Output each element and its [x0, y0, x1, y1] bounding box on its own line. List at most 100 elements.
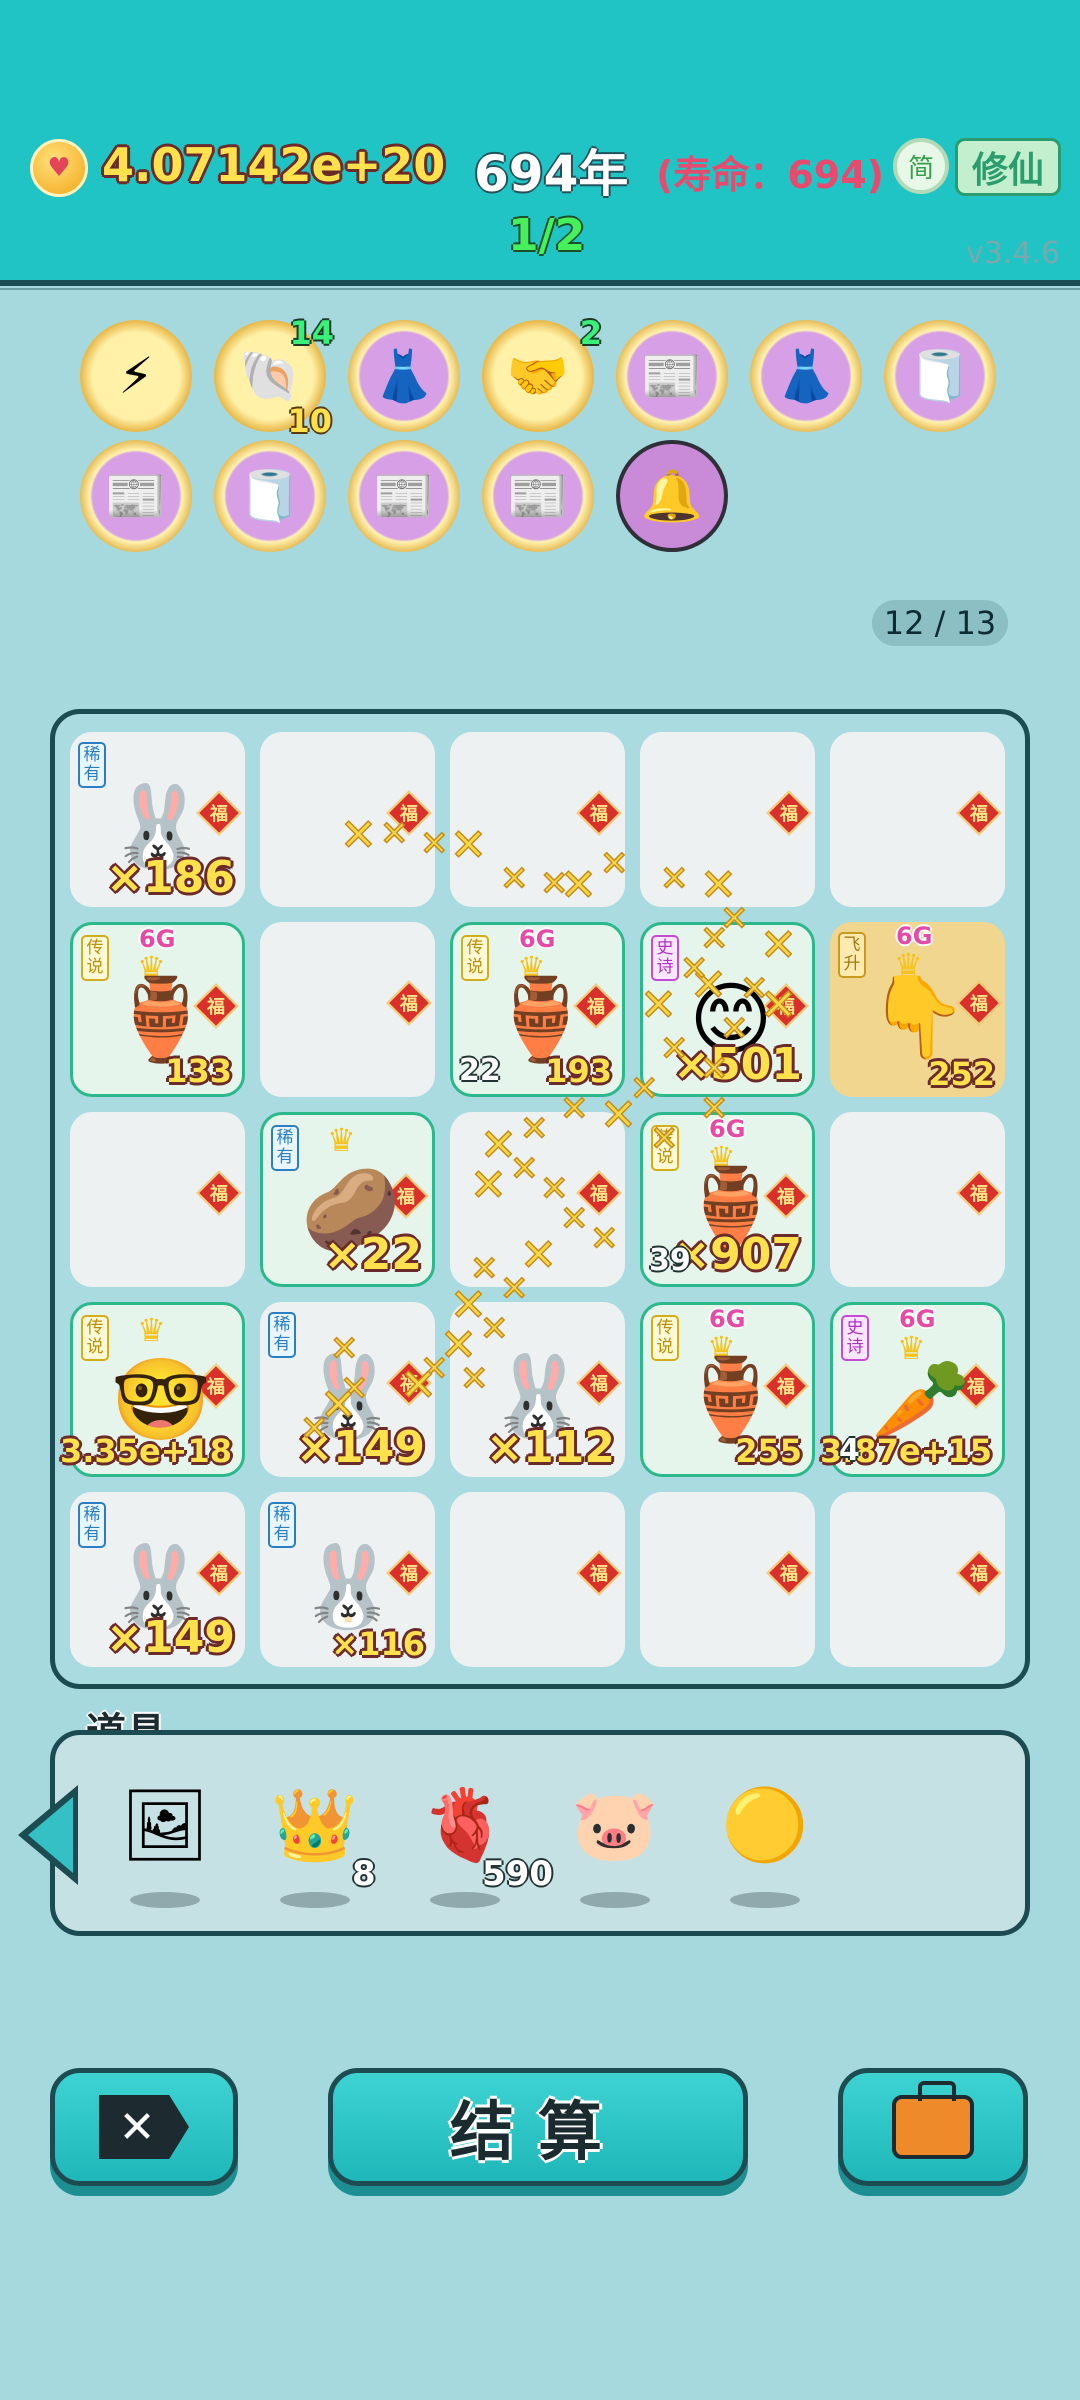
piggy-bank-icon[interactable]: 🐷	[560, 1770, 670, 1880]
item-glyph: 🟡	[721, 1783, 809, 1866]
fortune-tag-label: 福	[400, 1564, 418, 1585]
coin-balance: 4.07142e+20	[102, 138, 446, 192]
fortune-tag-icon: 福	[386, 790, 432, 836]
fortune-tag-icon: 福	[956, 1170, 1002, 1216]
board-cell-empty[interactable]: 福	[640, 732, 815, 907]
fortune-tag-icon: 福	[196, 1170, 242, 1216]
board-cell-filled[interactable]: 福 稀有 🐰 ×116	[260, 1492, 435, 1667]
item-shadow	[430, 1892, 500, 1908]
item-shadow	[130, 1892, 200, 1908]
tissue-box-icon[interactable]: 🧻	[214, 440, 326, 552]
fortune-tag-label: 福	[590, 804, 608, 825]
board-cell-empty[interactable]: 福	[830, 1112, 1005, 1287]
symbol-character: 🐰	[298, 1540, 398, 1633]
multiplier-value: ×22	[323, 1229, 422, 1280]
divider	[0, 288, 1080, 290]
board-cell-empty[interactable]: 福	[640, 1492, 815, 1667]
fortune-tag-icon: 福	[956, 1550, 1002, 1596]
year-counter: 694年	[474, 145, 629, 203]
multiplier-value: 255	[735, 1432, 802, 1470]
board-cell-filled[interactable]: 福稀有 🐰 ×186	[70, 732, 245, 907]
handshake-icon[interactable]: 🤝 2	[482, 314, 602, 432]
skirt-icon[interactable]: 👗	[348, 320, 460, 432]
item-shadow	[730, 1892, 800, 1908]
fortune-tag-label: 福	[970, 994, 988, 1015]
relic-glyph: 📰	[104, 466, 168, 525]
relic-badge: 14	[289, 314, 334, 352]
board-cell-filled[interactable]: 福传说 6G ♛ 🏺 ×907 39	[640, 1112, 815, 1287]
exit-icon: ✕	[99, 2095, 189, 2159]
multiplier-value: ×116	[331, 1625, 425, 1663]
skirt-icon[interactable]: 👗	[750, 320, 862, 432]
rarity-tag: 传说	[81, 935, 109, 981]
item-glyph: 🖼	[120, 1783, 210, 1866]
board-cell-empty[interactable]: 福	[70, 1112, 245, 1287]
board-cell-empty[interactable]: 福	[450, 1492, 625, 1667]
fortune-tag-label: 福	[400, 804, 418, 825]
board-cell-empty[interactable]: 福	[260, 922, 435, 1097]
fortune-tag-label: 福	[970, 1564, 988, 1585]
lifespan-label: (寿命：694)	[656, 153, 885, 197]
board-cell-empty[interactable]: 福	[830, 732, 1005, 907]
cultivate-mode-button[interactable]: 修仙	[955, 138, 1061, 196]
board-cell-empty[interactable]: 福	[450, 732, 625, 907]
version-label: v3.4.6	[966, 236, 1061, 271]
fortune-tag-icon: 福	[766, 1550, 812, 1596]
board-cell-filled[interactable]: 福史诗 6G ♛ 🥕 3.87e+15 4	[820, 1302, 1005, 1477]
board-cell-filled[interactable]: 福史诗 😊 ×501	[640, 922, 815, 1097]
relic-glyph: 👗	[774, 346, 838, 405]
multiplier-value: 252	[928, 1055, 995, 1093]
alarm-icon[interactable]: 🔔	[616, 440, 728, 552]
time-magazine-icon[interactable]: 📰	[348, 440, 460, 552]
fortune-tag-label: 福	[590, 1564, 608, 1585]
relic-glyph: 🤝	[506, 346, 570, 405]
board-cell-filled[interactable]: 福传说 ♛ 🤓 3.35e+18	[60, 1302, 245, 1477]
relic-glyph: 🧻	[238, 466, 302, 525]
item-count: 8	[352, 1854, 376, 1894]
fortune-tag-icon: 福	[956, 790, 1002, 836]
shell-icon[interactable]: 🐚 14 10	[214, 314, 334, 440]
board-cell-filled[interactable]: 福 🐰 ×112	[450, 1302, 625, 1477]
round-indicator: 1/2	[508, 210, 586, 261]
rarity-tag: 稀有	[78, 742, 106, 788]
fortune-tag-label: 福	[590, 1184, 608, 1205]
rarity-tag: 稀有	[271, 1125, 299, 1171]
settle-button[interactable]: 结算	[328, 2068, 748, 2186]
board-cell-filled[interactable]: 福传说 6G ♛ 🏺 193 22	[450, 922, 625, 1097]
board-cell-empty[interactable]: 福	[830, 1492, 1005, 1667]
time-magazine-icon[interactable]: 📰	[482, 440, 594, 552]
rarity-tag: 稀有	[78, 1502, 106, 1548]
item-glyph: 👑	[271, 1783, 359, 1866]
relic-glyph: 🧻	[908, 346, 972, 405]
language-toggle-button[interactable]: 简	[893, 138, 949, 194]
time-magazine-icon[interactable]: 📰	[80, 440, 192, 552]
fortune-tag-icon: 福	[576, 1170, 622, 1216]
multiplier-value: ×149	[106, 1612, 235, 1663]
lightning-icon[interactable]: ⚡	[80, 320, 192, 432]
rarity-tag: 稀有	[268, 1312, 296, 1358]
board-cell-empty[interactable]: 福	[260, 732, 435, 907]
fortune-tag-label: 福	[400, 1374, 418, 1395]
bag-button[interactable]	[838, 2068, 1028, 2186]
board-cell-filled[interactable]: 福飞升 6G ♛ 👇 252	[830, 922, 1005, 1097]
rarity-tag: 史诗	[651, 935, 679, 981]
item-shadow	[580, 1892, 650, 1908]
multiplier-value: ×501	[673, 1039, 802, 1090]
board-cell-filled[interactable]: 福稀有 ♛ 🥔 ×22	[260, 1112, 435, 1287]
board-cell-filled[interactable]: 福传说 6G ♛ 🏺 255	[640, 1302, 815, 1477]
rarity-tag: 传说	[461, 935, 489, 981]
relic-glyph: ⚡	[118, 347, 154, 405]
board-cell-filled[interactable]: 福传说 6G ♛ 🏺 133	[70, 922, 245, 1097]
relic-count-badge: 12 / 13	[872, 600, 1008, 646]
tissue-box-icon[interactable]: 🧻	[884, 320, 996, 432]
board-cell-empty[interactable]: 福	[450, 1112, 625, 1287]
gold-ball-icon[interactable]: 🟡	[710, 1770, 820, 1880]
time-magazine-icon[interactable]: 📰	[616, 320, 728, 432]
board-cell-filled[interactable]: 福稀有 🐰 ×149	[260, 1302, 435, 1477]
items-prev-arrow-inner[interactable]	[28, 1797, 73, 1873]
rarity-tag: 传说	[81, 1315, 109, 1361]
picture-frame-icon[interactable]: 🖼	[110, 1770, 220, 1880]
board-cell-filled[interactable]: 福稀有 🐰 ×149	[70, 1492, 245, 1667]
relic-glyph: 📰	[640, 346, 704, 405]
exit-button[interactable]: ✕	[50, 2068, 238, 2186]
